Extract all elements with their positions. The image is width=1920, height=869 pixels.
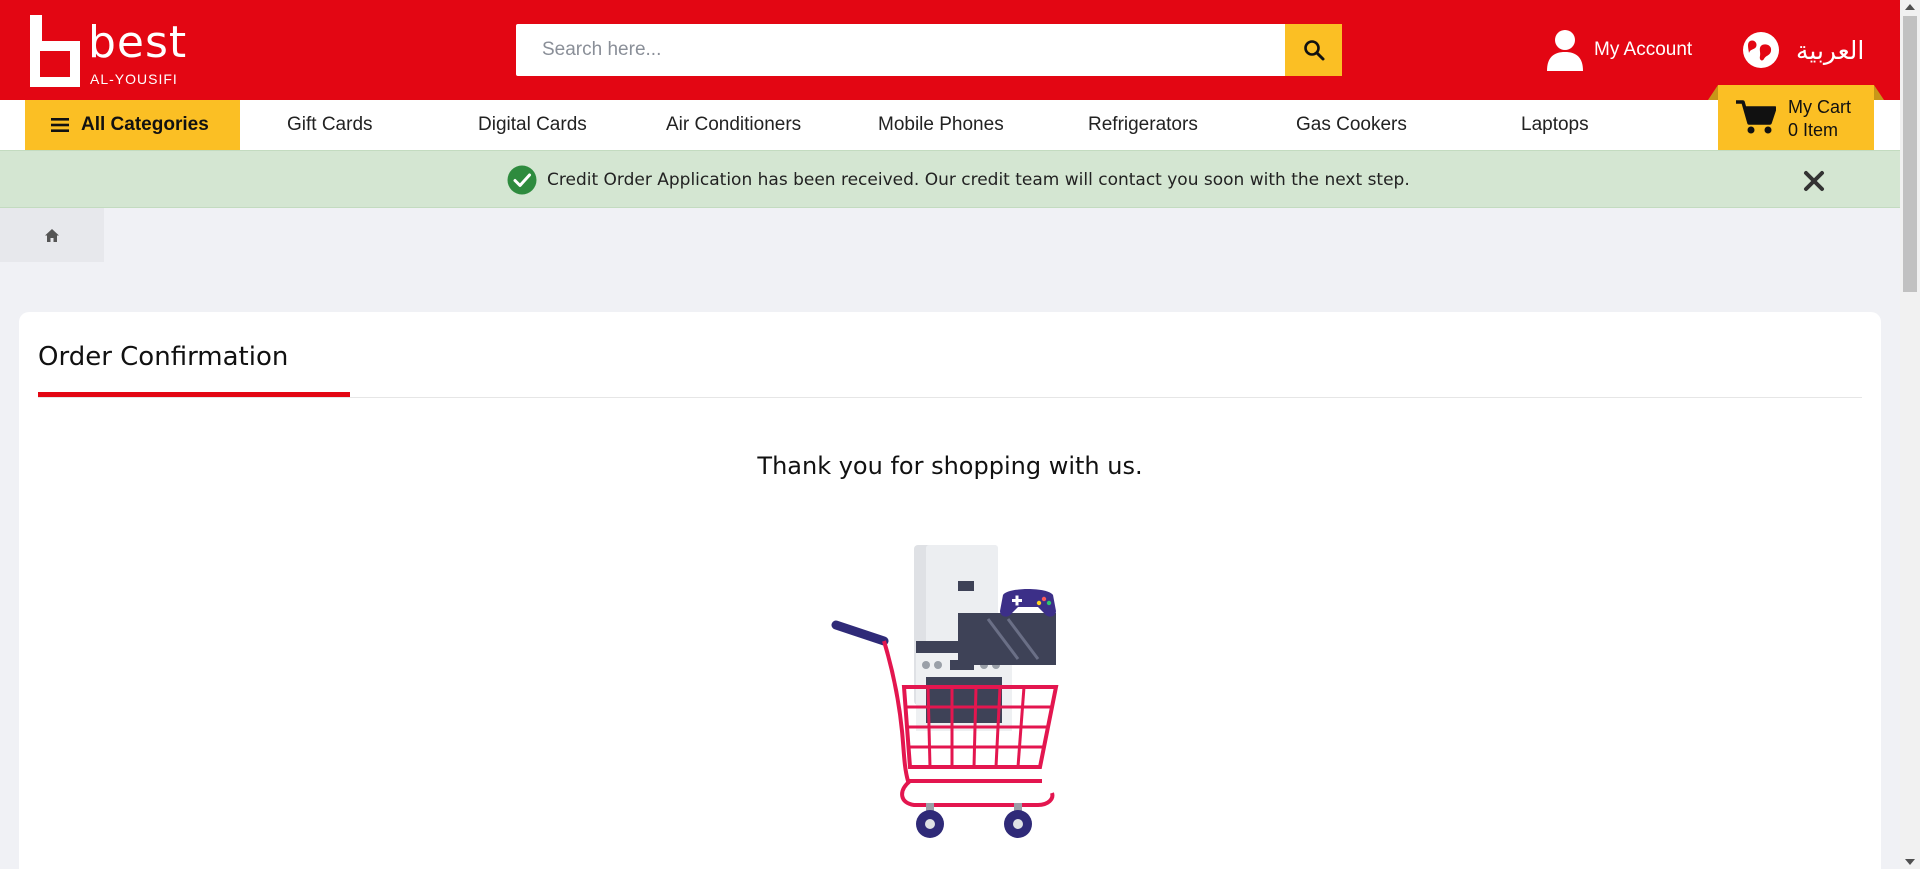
order-confirmation-card: Order Confirmation Thank you for shoppin…	[19, 312, 1881, 869]
logo-wordmark: best	[88, 17, 188, 68]
brand-logo[interactable]: best AL-YOUSIFI	[30, 15, 200, 87]
language-label: العربية	[1796, 35, 1865, 65]
page-scrollbar[interactable]	[1900, 0, 1920, 869]
nav-item-mobile-phones[interactable]: Mobile Phones	[878, 100, 1004, 150]
user-icon	[1547, 30, 1583, 71]
hamburger-icon	[51, 118, 69, 132]
thank-you-message: Thank you for shopping with us.	[757, 452, 1143, 480]
cart-label: My Cart	[1788, 97, 1851, 117]
my-account-link[interactable]: My Account	[1546, 28, 1692, 72]
globe-icon	[1743, 32, 1779, 68]
category-nav: All Categories Gift Cards Digital Cards …	[0, 100, 1900, 150]
my-account-label: My Account	[1594, 39, 1693, 60]
language-switch[interactable]: العربية	[1742, 30, 1864, 70]
scrollbar-thumb[interactable]	[1903, 16, 1917, 292]
logo-subtitle: AL-YOUSIFI	[90, 71, 178, 87]
cart-count: 0 Item	[1788, 120, 1839, 140]
all-categories-button[interactable]: All Categories	[25, 100, 240, 150]
page-title: Order Confirmation	[38, 342, 289, 372]
nav-item-laptops[interactable]: Laptops	[1521, 100, 1589, 150]
nav-item-gas-cookers[interactable]: Gas Cookers	[1296, 100, 1407, 150]
breadcrumb-home[interactable]	[0, 208, 104, 262]
scroll-up-arrow-icon[interactable]	[1905, 4, 1915, 10]
scroll-down-arrow-icon[interactable]	[1905, 859, 1915, 865]
search-button[interactable]	[1285, 24, 1342, 76]
cart-ear-left	[1708, 85, 1718, 100]
title-divider	[38, 397, 1862, 398]
all-categories-label: All Categories	[81, 114, 209, 135]
nav-item-air-conditioners[interactable]: Air Conditioners	[666, 100, 801, 150]
site-header: best AL-YOUSIFI My Account العربية	[0, 0, 1900, 100]
success-alert: Credit Order Application has been receiv…	[0, 150, 1900, 208]
alert-message: Credit Order Application has been receiv…	[547, 170, 1410, 190]
logo-b-icon	[30, 15, 80, 87]
cart-button[interactable]: My Cart 0 Item	[1708, 85, 1884, 150]
nav-item-refrigerators[interactable]: Refrigerators	[1088, 100, 1198, 150]
check-circle-icon	[507, 165, 537, 195]
search-input[interactable]	[516, 24, 1286, 76]
search-icon	[1303, 40, 1324, 61]
home-icon	[45, 228, 59, 242]
nav-item-digital-cards[interactable]: Digital Cards	[478, 100, 587, 150]
nav-item-gift-cards[interactable]: Gift Cards	[287, 100, 373, 150]
shopping-cart-illustration	[831, 545, 1059, 838]
alert-close-button[interactable]	[1799, 166, 1829, 196]
cart-ear-right	[1874, 85, 1884, 100]
title-underline	[38, 392, 350, 397]
search-bar	[516, 24, 1342, 76]
alert-message-row: Credit Order Application has been receiv…	[507, 165, 1410, 195]
cart-icon	[1736, 100, 1776, 134]
close-icon	[1804, 171, 1824, 191]
